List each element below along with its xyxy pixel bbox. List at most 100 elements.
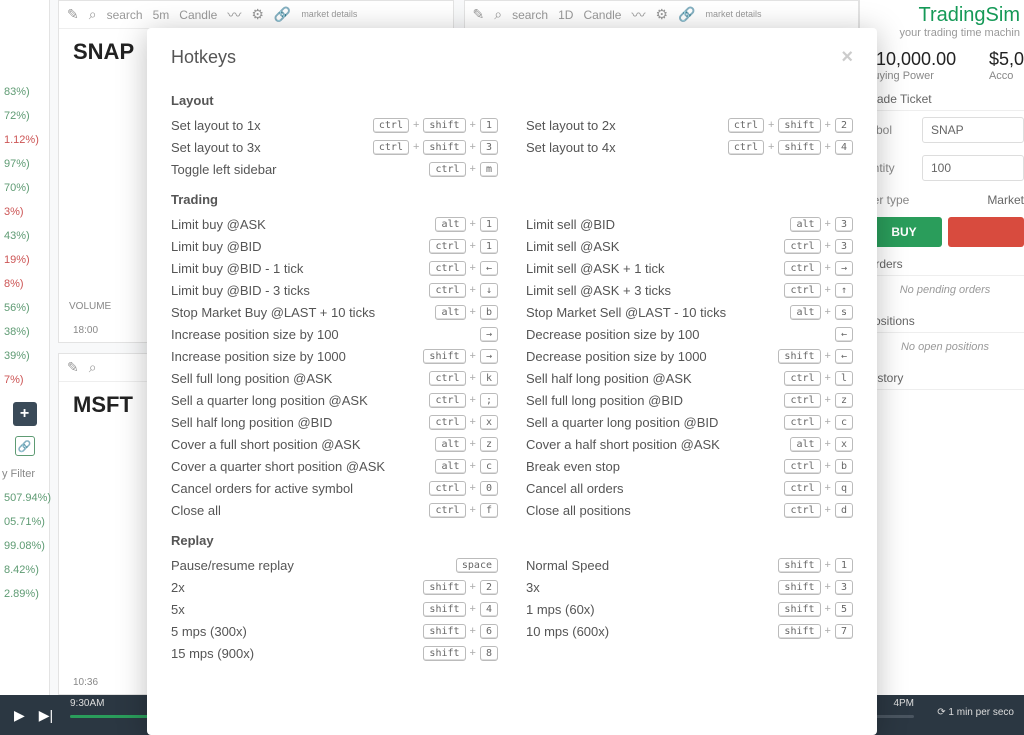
key-badge: shift [423,646,465,661]
hotkey-row: Set layout to 1xctrl+shift+1 [171,114,498,136]
watchlist-row[interactable]: 83%) [0,80,49,104]
hotkey-combo: ctrl+→ [784,261,853,276]
key-badge: 1 [480,118,498,133]
market-details-button[interactable]: market details [705,10,761,20]
link-icon[interactable]: 🔗 [15,436,35,456]
hotkey-description: Stop Market Sell @LAST - 10 ticks [526,305,790,320]
watchlist-row[interactable]: 43%) [0,224,49,248]
buy-button[interactable]: BUY [866,217,942,247]
watchlist-row[interactable]: 56%) [0,296,49,320]
watchlist-row[interactable]: 2.89%) [0,582,49,606]
watchlist-row[interactable]: 8%) [0,272,49,296]
watchlist-row[interactable]: 72%) [0,104,49,128]
key-badge: ctrl [429,239,465,254]
hotkey-combo: ← [835,327,853,342]
step-icon[interactable]: ▶| [39,707,53,724]
hotkey-row: Sell full long position @BIDctrl+z [526,389,853,411]
key-badge: ctrl [784,503,820,518]
watchlist-row[interactable]: 39%) [0,344,49,368]
key-badge: 1 [480,217,498,232]
timeline-end: 4PM [893,698,914,709]
hotkey-row: 3xshift+3 [526,576,853,598]
symbol-input[interactable]: SNAP [922,117,1024,143]
hotkey-description: Set layout to 3x [171,140,373,155]
indicators-icon[interactable]: 〰 [227,5,241,25]
layout-section: Layout [171,81,853,114]
chart-toolbar-2: ✎ ⌕ search 1D Candle 〰 ⚙ 🔗 market detail… [465,1,859,29]
search-icon[interactable]: ⌕ [89,359,97,376]
hotkey-row: Pause/resume replayspace [171,554,498,576]
key-badge: ctrl [784,393,820,408]
watchlist-row[interactable]: 97%) [0,152,49,176]
hotkey-combo: ctrl+3 [784,239,853,254]
hotkey-row: Decrease position size by 100← [526,323,853,345]
watchlist-row[interactable]: 05.71%) [0,510,49,534]
hotkey-combo: → [480,327,498,342]
key-badge: shift [423,602,465,617]
hotkey-row: Increase position size by 1000shift+→ [171,345,498,367]
pencil-icon[interactable]: ✎ [473,6,485,23]
market-details-button[interactable]: market details [301,10,357,20]
link-icon[interactable]: 🔗 [678,6,695,23]
watchlist-row[interactable]: 19%) [0,248,49,272]
hotkey-description: 3x [526,580,778,595]
watchlist-row[interactable]: 507.94%) [0,486,49,510]
key-badge: alt [435,217,465,232]
key-badge: ctrl [429,371,465,386]
chart-type-select[interactable]: Candle [179,8,217,22]
hotkey-row: Close all positionsctrl+d [526,499,853,521]
key-badge: alt [790,437,820,452]
order-type-value[interactable]: Market [922,193,1024,207]
watchlist-row[interactable]: 1.12%) [0,128,49,152]
hotkey-row: Cover a half short position @ASKalt+x [526,433,853,455]
pencil-icon[interactable]: ✎ [67,6,79,23]
chart-type-select[interactable]: Candle [583,8,621,22]
hotkey-combo: shift+3 [778,580,853,595]
watchlist-row[interactable]: 3%) [0,200,49,224]
interval-select[interactable]: 1D [558,8,573,22]
sell-button[interactable] [948,217,1024,247]
hotkey-row: Set layout to 3xctrl+shift+3 [171,136,498,158]
hotkey-description: Limit buy @BID [171,239,429,254]
key-badge: ctrl [728,118,764,133]
hotkey-description: Cover a quarter short position @ASK [171,459,435,474]
pencil-icon[interactable]: ✎ [67,359,79,376]
hotkey-description: Normal Speed [526,558,778,573]
search-icon[interactable]: ⌕ [494,6,502,23]
hotkey-combo: ctrl+shift+2 [728,118,853,133]
search-icon[interactable]: ⌕ [89,6,97,23]
history-title: History [866,361,1024,390]
key-badge: z [835,393,853,408]
key-badge: c [480,459,498,474]
hotkey-description: Close all [171,503,429,518]
hotkey-description: 1 mps (60x) [526,602,778,617]
quantity-input[interactable]: 100 [922,155,1024,181]
key-badge: space [456,558,498,573]
watchlist-row[interactable]: 38%) [0,320,49,344]
key-badge: ctrl [373,118,409,133]
hotkey-description: 5x [171,602,423,617]
close-icon[interactable]: × [841,46,853,69]
watchlist-row[interactable]: 70%) [0,176,49,200]
watchlist-row[interactable]: 7%) [0,368,49,392]
interval-select[interactable]: 5m [153,8,170,22]
replay-section: Replay [171,521,853,554]
hotkey-combo: space [456,558,498,573]
account-value: $5,0 [989,49,1024,70]
hotkey-combo: ctrl+; [429,393,498,408]
key-badge: ctrl [784,481,820,496]
add-symbol-button[interactable]: + [13,402,37,426]
indicators-icon[interactable]: 〰 [631,5,645,25]
key-badge: → [480,327,498,342]
hotkey-combo: shift+1 [778,558,853,573]
watchlist-row[interactable]: 99.08%) [0,534,49,558]
timeline-speed[interactable]: ⟳ 1 min per seco [937,707,1014,718]
gear-icon[interactable]: ⚙ [655,6,668,23]
key-badge: b [835,459,853,474]
watchlist-row[interactable]: 8.42%) [0,558,49,582]
link-icon[interactable]: 🔗 [274,6,291,23]
key-badge: x [480,415,498,430]
gear-icon[interactable]: ⚙ [251,6,264,23]
play-icon[interactable]: ▶ [14,707,25,724]
key-badge: s [835,305,853,320]
